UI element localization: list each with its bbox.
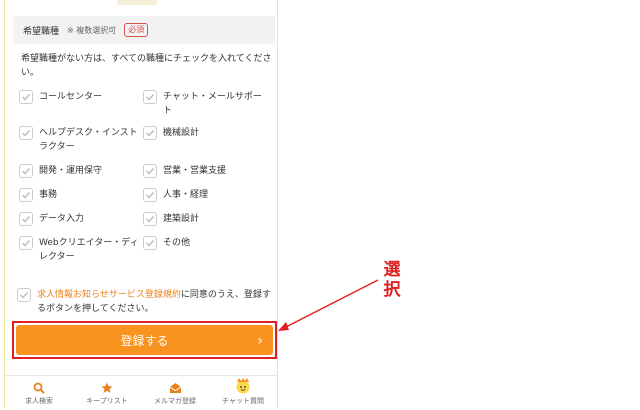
annotation-line-1: 選 bbox=[383, 260, 401, 280]
annotation-label: 選 択 bbox=[382, 260, 402, 300]
annotation-arrow bbox=[278, 279, 379, 331]
annotation-line-2: 択 bbox=[383, 280, 401, 300]
